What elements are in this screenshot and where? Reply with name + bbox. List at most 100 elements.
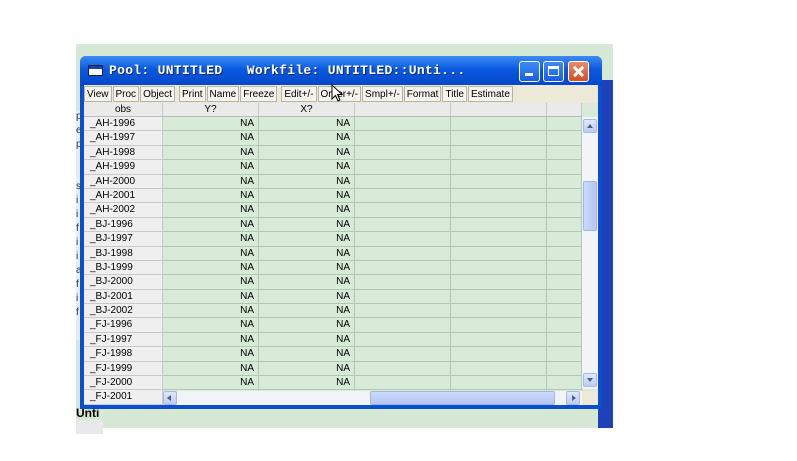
cell-empty[interactable] xyxy=(355,174,451,189)
row-label[interactable]: _BJ-1999 xyxy=(84,260,163,276)
toolbar-button-estimate[interactable]: Estimate xyxy=(467,86,513,102)
table-row[interactable]: _AH-1999 NA NA xyxy=(84,160,582,175)
cell-empty[interactable] xyxy=(355,332,451,348)
row-label[interactable]: _BJ-1996 xyxy=(84,217,163,233)
cell-empty[interactable] xyxy=(451,217,547,233)
cell-empty[interactable] xyxy=(355,131,451,146)
row-label[interactable]: _BJ-2001 xyxy=(84,289,163,305)
cell-empty[interactable] xyxy=(451,117,547,132)
cell-y[interactable]: NA xyxy=(163,260,259,276)
row-label[interactable]: _BJ-1998 xyxy=(84,246,163,261)
row-label[interactable]: _AH-1999 xyxy=(84,160,163,175)
table-row[interactable]: _BJ-2000 NA NA xyxy=(84,275,582,290)
cell-empty[interactable] xyxy=(355,160,451,175)
cell-empty[interactable] xyxy=(355,260,451,276)
toolbar-button-name[interactable]: Name xyxy=(206,86,240,102)
column-header-empty-3[interactable] xyxy=(547,103,582,116)
table-row[interactable]: _BJ-2002 NA NA xyxy=(84,304,582,319)
cell-empty[interactable] xyxy=(355,203,451,218)
cell-empty[interactable] xyxy=(355,289,451,305)
chevron-left-icon[interactable] xyxy=(163,391,177,405)
cell-x[interactable]: NA xyxy=(259,145,355,161)
cell-y[interactable]: NA xyxy=(163,160,259,175)
row-label[interactable]: _AH-2000 xyxy=(84,174,163,189)
cell-empty[interactable] xyxy=(451,232,547,247)
cell-y[interactable]: NA xyxy=(163,145,259,161)
cell-empty[interactable] xyxy=(547,145,582,161)
cell-empty[interactable] xyxy=(547,232,582,247)
cell-empty[interactable] xyxy=(547,347,582,362)
cell-empty[interactable] xyxy=(451,376,547,391)
cell-x[interactable]: NA xyxy=(259,289,355,305)
cell-empty[interactable] xyxy=(451,174,547,189)
cell-empty[interactable] xyxy=(451,203,547,218)
close-icon[interactable] xyxy=(568,61,589,82)
toolbar-button-proc[interactable]: Proc xyxy=(112,86,140,102)
cell-empty[interactable] xyxy=(547,246,582,261)
cell-empty[interactable] xyxy=(547,131,582,146)
horizontal-scroll-thumb[interactable] xyxy=(370,391,555,405)
table-row[interactable]: _FJ-1996 NA NA xyxy=(84,318,582,333)
row-label[interactable]: _BJ-2002 xyxy=(84,304,163,319)
cell-empty[interactable] xyxy=(451,318,547,333)
table-row[interactable]: _AH-1997 NA NA xyxy=(84,131,582,146)
chevron-down-icon[interactable] xyxy=(583,373,597,387)
minimize-icon[interactable] xyxy=(519,61,540,82)
toolbar-button-edit[interactable]: Edit+/- xyxy=(281,86,317,102)
column-header-empty-1[interactable] xyxy=(355,103,451,116)
column-header-obs[interactable]: obs xyxy=(84,103,163,116)
cell-empty[interactable] xyxy=(451,361,547,377)
toolbar-button-view[interactable]: View xyxy=(84,86,112,102)
toolbar-button-freeze[interactable]: Freeze xyxy=(240,86,278,102)
cell-y[interactable]: NA xyxy=(163,289,259,305)
table-row[interactable]: _BJ-1996 NA NA xyxy=(84,217,582,233)
cell-empty[interactable] xyxy=(355,232,451,247)
cell-empty[interactable] xyxy=(355,145,451,161)
cell-y[interactable]: NA xyxy=(163,376,259,391)
cell-empty[interactable] xyxy=(547,332,582,348)
cell-empty[interactable] xyxy=(547,174,582,189)
cell-empty[interactable] xyxy=(547,318,582,333)
spreadsheet[interactable]: obs Y? X? _AH-1996 NA NA _AH-1997 NA NA _AH-19… xyxy=(84,103,598,405)
toolbar-button-format[interactable]: Format xyxy=(403,86,442,102)
toolbar-button-print[interactable]: Print xyxy=(178,86,206,102)
cell-y[interactable]: NA xyxy=(163,232,259,247)
cell-x[interactable]: NA xyxy=(259,188,355,204)
cell-x[interactable]: NA xyxy=(259,304,355,319)
column-header-empty-2[interactable] xyxy=(451,103,547,116)
table-row[interactable]: _BJ-1999 NA NA xyxy=(84,260,582,276)
cell-empty[interactable] xyxy=(547,160,582,175)
cell-empty[interactable] xyxy=(451,131,547,146)
cell-x[interactable]: NA xyxy=(259,332,355,348)
cell-y[interactable]: NA xyxy=(163,174,259,189)
chevron-right-icon[interactable] xyxy=(566,391,580,405)
cell-empty[interactable] xyxy=(547,289,582,305)
cell-x[interactable]: NA xyxy=(259,217,355,233)
cell-x[interactable]: NA xyxy=(259,318,355,333)
cell-empty[interactable] xyxy=(355,217,451,233)
cell-x[interactable]: NA xyxy=(259,232,355,247)
cell-y[interactable]: NA xyxy=(163,217,259,233)
cell-x[interactable]: NA xyxy=(259,160,355,175)
column-header-y[interactable]: Y? xyxy=(163,103,259,116)
row-label[interactable]: _FJ-1998 xyxy=(84,347,163,362)
size-grip-icon[interactable] xyxy=(582,391,598,405)
cell-empty[interactable] xyxy=(451,160,547,175)
row-label[interactable]: _AH-1996 xyxy=(84,117,163,132)
row-label[interactable]: _BJ-1997 xyxy=(84,232,163,247)
chevron-up-icon[interactable] xyxy=(583,119,597,133)
row-label[interactable]: _AH-2002 xyxy=(84,203,163,218)
cell-empty[interactable] xyxy=(547,304,582,319)
cell-empty[interactable] xyxy=(451,260,547,276)
cell-y[interactable]: NA xyxy=(163,117,259,132)
cell-y[interactable]: NA xyxy=(163,246,259,261)
cell-empty[interactable] xyxy=(451,332,547,348)
cell-empty[interactable] xyxy=(355,246,451,261)
row-label[interactable]: _FJ-1997 xyxy=(84,332,163,348)
cell-empty[interactable] xyxy=(451,347,547,362)
cell-empty[interactable] xyxy=(451,304,547,319)
cell-x[interactable]: NA xyxy=(259,347,355,362)
row-label[interactable]: _AH-1998 xyxy=(84,145,163,161)
cell-empty[interactable] xyxy=(355,117,451,132)
table-row[interactable]: _BJ-2001 NA NA xyxy=(84,289,582,305)
